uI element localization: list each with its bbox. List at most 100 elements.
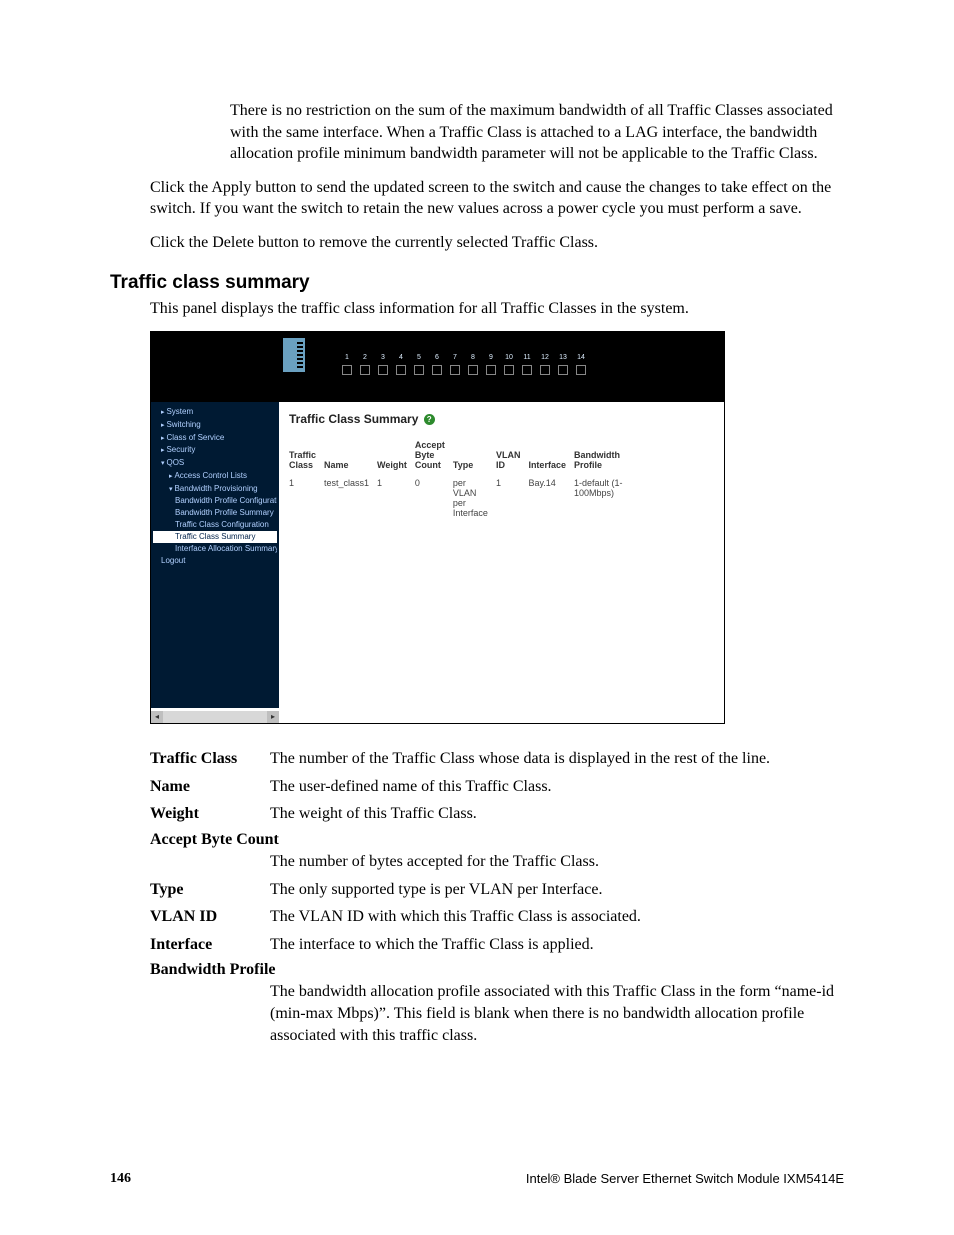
nav-item[interactable]: Logout xyxy=(153,555,277,567)
port-number: 9 xyxy=(489,354,493,361)
nav-item[interactable]: Bandwidth Profile Configuration xyxy=(153,495,277,507)
table-cell: 1 xyxy=(377,476,415,520)
definition-description: The VLAN ID with which this Traffic Clas… xyxy=(270,906,844,928)
nav-item[interactable]: Access Control Lists xyxy=(153,470,277,483)
panel-title: Traffic Class Summary ? xyxy=(289,412,714,426)
port-number: 10 xyxy=(505,354,513,361)
panel-title-text: Traffic Class Summary xyxy=(289,412,418,426)
product-name: Intel® Blade Server Ethernet Switch Modu… xyxy=(526,1171,844,1187)
nav-item[interactable]: Security xyxy=(153,444,277,457)
table-header: Weight xyxy=(377,438,415,476)
page-footer: 146 Intel® Blade Server Ethernet Switch … xyxy=(110,1171,844,1187)
scroll-right-icon[interactable]: ▸ xyxy=(267,711,279,723)
table-header: TrafficClass xyxy=(289,438,324,476)
table-header: Interface xyxy=(528,438,574,476)
port-indicator: 3 xyxy=(377,354,389,375)
page-number: 146 xyxy=(110,1171,131,1187)
port-box-icon xyxy=(414,365,424,375)
scroll-left-icon[interactable]: ◂ xyxy=(151,711,163,723)
table-cell: 1 xyxy=(289,476,324,520)
nav-item[interactable]: Interface Allocation Summary xyxy=(153,543,277,555)
port-indicator: 6 xyxy=(431,354,443,375)
port-indicator: 5 xyxy=(413,354,425,375)
port-number: 4 xyxy=(399,354,403,361)
nav-item[interactable]: Bandwidth Provisioning xyxy=(153,483,277,496)
intro-paragraph-3: Click the Delete button to remove the cu… xyxy=(150,232,844,254)
ss-navigation-tree[interactable]: SystemSwitchingClass of ServiceSecurityQ… xyxy=(151,402,279,708)
port-number: 8 xyxy=(471,354,475,361)
port-indicator-row: 1234567891011121314 xyxy=(341,354,587,375)
nav-item[interactable]: Switching xyxy=(153,419,277,432)
definition-row: TypeThe only supported type is per VLAN … xyxy=(150,879,844,901)
port-indicator: 7 xyxy=(449,354,461,375)
port-box-icon xyxy=(468,365,478,375)
intro-paragraph-1: There is no restriction on the sum of th… xyxy=(230,100,844,165)
port-number: 2 xyxy=(363,354,367,361)
port-box-icon xyxy=(504,365,514,375)
definition-row: Traffic ClassThe number of the Traffic C… xyxy=(150,748,844,770)
definition-term: Accept Byte Count xyxy=(150,831,844,849)
port-box-icon xyxy=(360,365,370,375)
port-indicator: 9 xyxy=(485,354,497,375)
port-box-icon xyxy=(450,365,460,375)
definitions-list: Traffic ClassThe number of the Traffic C… xyxy=(150,748,844,1046)
help-icon[interactable]: ? xyxy=(424,414,435,425)
definition-description: The interface to which the Traffic Class… xyxy=(270,934,844,956)
definition-term: Type xyxy=(150,879,270,901)
definition-row: WeightThe weight of this Traffic Class. xyxy=(150,803,844,825)
nav-horizontal-scrollbar[interactable]: ◂ ▸ xyxy=(151,711,279,723)
table-cell: 0 xyxy=(415,476,453,520)
port-indicator: 2 xyxy=(359,354,371,375)
port-indicator: 4 xyxy=(395,354,407,375)
nav-item[interactable]: Bandwidth Profile Summary xyxy=(153,507,277,519)
ss-header: 1234567891011121314 xyxy=(151,332,724,402)
nav-item[interactable]: Class of Service xyxy=(153,432,277,445)
table-header: Name xyxy=(324,438,377,476)
port-box-icon xyxy=(540,365,550,375)
section-lead: This panel displays the traffic class in… xyxy=(150,298,844,320)
definition-row: VLAN IDThe VLAN ID with which this Traff… xyxy=(150,906,844,928)
definition-term: Name xyxy=(150,776,270,798)
table-cell: test_class1 xyxy=(324,476,377,520)
definition-term: Interface xyxy=(150,934,270,956)
nav-item[interactable]: Traffic Class Configuration xyxy=(153,519,277,531)
nav-item[interactable]: QOS xyxy=(153,457,277,470)
definition-term: Weight xyxy=(150,803,270,825)
embedded-ui-screenshot: 1234567891011121314 SystemSwitchingClass… xyxy=(150,331,725,724)
nav-item[interactable]: Traffic Class Summary xyxy=(153,531,277,543)
section-heading: Traffic class summary xyxy=(110,272,844,294)
table-header: Type xyxy=(453,438,496,476)
port-number: 13 xyxy=(559,354,567,361)
traffic-class-table: TrafficClassNameWeightAcceptByteCountTyp… xyxy=(289,438,631,520)
definition-term: Bandwidth Profile xyxy=(150,961,844,979)
port-number: 6 xyxy=(435,354,439,361)
definition-description: The only supported type is per VLAN per … xyxy=(270,879,844,901)
nav-item[interactable]: System xyxy=(153,406,277,419)
port-indicator: 8 xyxy=(467,354,479,375)
port-indicator: 14 xyxy=(575,354,587,375)
port-box-icon xyxy=(396,365,406,375)
definition-description: The user-defined name of this Traffic Cl… xyxy=(270,776,844,798)
port-number: 1 xyxy=(345,354,349,361)
port-number: 12 xyxy=(541,354,549,361)
port-box-icon xyxy=(522,365,532,375)
definition-description: The bandwidth allocation profile associa… xyxy=(270,981,844,1046)
port-indicator: 12 xyxy=(539,354,551,375)
definition-description: The weight of this Traffic Class. xyxy=(270,803,844,825)
table-cell: Bay.14 xyxy=(528,476,574,520)
definition-row: InterfaceThe interface to which the Traf… xyxy=(150,934,844,956)
port-number: 7 xyxy=(453,354,457,361)
port-number: 11 xyxy=(523,354,530,361)
definition-row: NameThe user-defined name of this Traffi… xyxy=(150,776,844,798)
table-row: 1test_class110perVLANperInterface1Bay.14… xyxy=(289,476,631,520)
device-logo-icon xyxy=(283,338,305,372)
table-header: BandwidthProfile xyxy=(574,438,631,476)
table-cell: perVLANperInterface xyxy=(453,476,496,520)
table-header: AcceptByteCount xyxy=(415,438,453,476)
port-box-icon xyxy=(576,365,586,375)
intro-paragraph-2: Click the Apply button to send the updat… xyxy=(150,177,844,220)
table-header: VLANID xyxy=(496,438,529,476)
port-box-icon xyxy=(342,365,352,375)
port-box-icon xyxy=(486,365,496,375)
port-box-icon xyxy=(558,365,568,375)
